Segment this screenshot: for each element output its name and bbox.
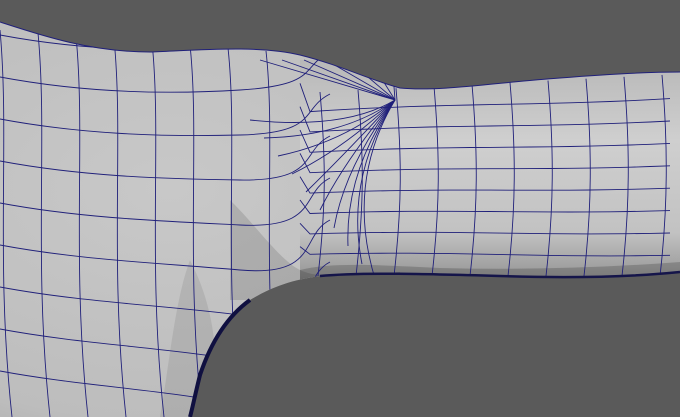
scene-canvas[interactable]: [0, 0, 680, 417]
3d-viewport[interactable]: [0, 0, 680, 417]
